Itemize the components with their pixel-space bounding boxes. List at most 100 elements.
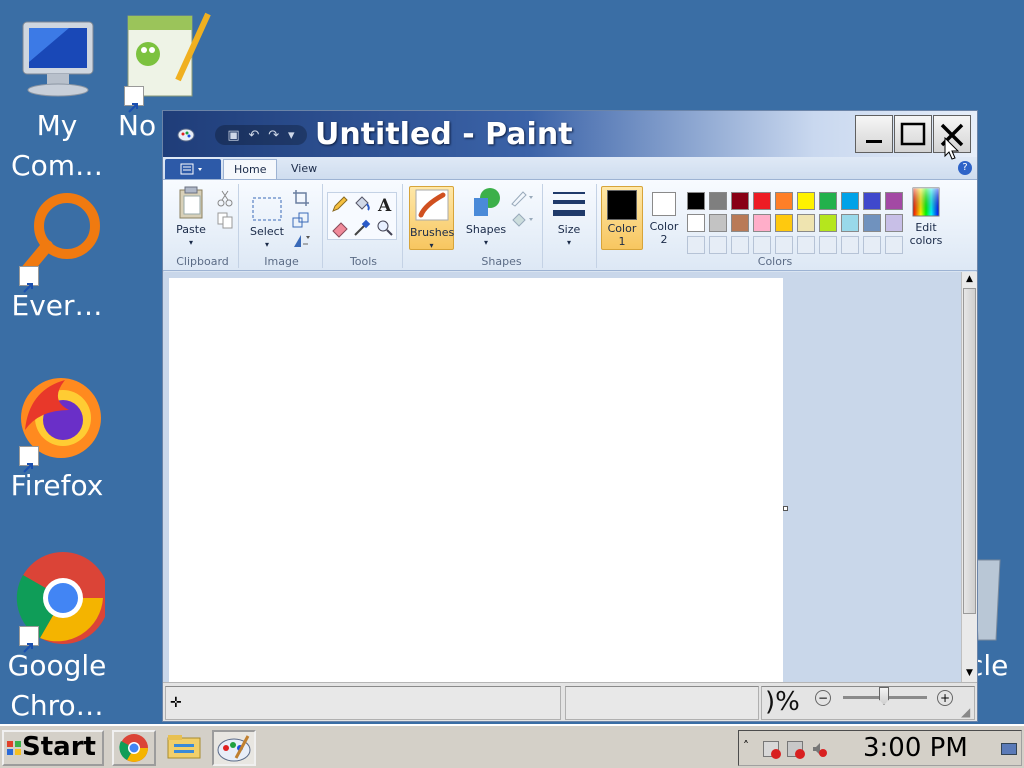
image-group: Select ▾ Image bbox=[241, 184, 323, 268]
canvas-workspace[interactable] bbox=[163, 272, 961, 682]
canvas-resize-handle-right[interactable] bbox=[783, 506, 788, 511]
palette-swatch[interactable] bbox=[753, 236, 771, 254]
copy-icon[interactable] bbox=[215, 210, 235, 230]
color2-button[interactable]: Color 2 bbox=[645, 186, 683, 250]
cut-icon[interactable] bbox=[215, 188, 235, 208]
size-group: Size ▾ bbox=[545, 184, 597, 268]
paste-button[interactable]: Paste ▾ bbox=[171, 186, 211, 249]
volume-icon[interactable] bbox=[811, 741, 827, 757]
desktop-icon-firefox[interactable]: Firefox bbox=[2, 370, 112, 506]
palette-swatch[interactable] bbox=[775, 214, 793, 232]
start-button[interactable]: Start bbox=[2, 730, 104, 766]
drawing-canvas[interactable] bbox=[169, 278, 783, 682]
color-palette bbox=[687, 192, 907, 258]
desktop-icon-everything[interactable]: Ever… bbox=[2, 190, 112, 326]
crop-icon[interactable] bbox=[291, 188, 311, 208]
palette-swatch[interactable] bbox=[863, 214, 881, 232]
palette-swatch[interactable] bbox=[841, 214, 859, 232]
palette-swatch[interactable] bbox=[775, 192, 793, 210]
desktop-icon-my-computer[interactable]: My Com… bbox=[2, 10, 112, 186]
palette-swatch[interactable] bbox=[819, 236, 837, 254]
edit-colors-button[interactable]: Edit colors bbox=[905, 186, 947, 247]
show-desktop-icon[interactable] bbox=[1001, 743, 1017, 755]
network-icon[interactable] bbox=[787, 741, 805, 759]
color1-label: Color 1 bbox=[607, 222, 637, 248]
show-hidden-icons-icon[interactable]: ˄ bbox=[743, 739, 749, 753]
size-dropdown-arrow: ▾ bbox=[566, 238, 571, 247]
palette-swatch[interactable] bbox=[753, 214, 771, 232]
palette-swatch[interactable] bbox=[709, 236, 727, 254]
resize-icon[interactable] bbox=[291, 210, 311, 230]
palette-swatch[interactable] bbox=[885, 214, 903, 232]
desktop-icon-label: Google Chro… bbox=[7, 649, 107, 722]
maximize-button[interactable] bbox=[894, 115, 932, 153]
desktop-icon-notepadpp[interactable]: No bbox=[100, 10, 211, 146]
palette-swatch[interactable] bbox=[863, 192, 881, 210]
paint-window: ▣ ↶ ↷ ▾ Untitled - Paint Home View ? Pas… bbox=[162, 110, 978, 722]
palette-swatch[interactable] bbox=[731, 192, 749, 210]
minimize-button[interactable] bbox=[855, 115, 893, 153]
outline-icon[interactable] bbox=[509, 188, 535, 208]
vertical-scrollbar[interactable]: ▲ ▼ bbox=[961, 272, 977, 682]
taskbar-file-explorer[interactable] bbox=[164, 730, 208, 766]
palette-swatch[interactable] bbox=[797, 236, 815, 254]
palette-swatch[interactable] bbox=[885, 236, 903, 254]
palette-swatch[interactable] bbox=[753, 192, 771, 210]
scroll-down-arrow[interactable]: ▼ bbox=[962, 666, 977, 680]
shapes-button[interactable]: Shapes ▾ bbox=[465, 186, 507, 249]
tab-home[interactable]: Home bbox=[223, 159, 278, 179]
paint-app-icon[interactable] bbox=[177, 125, 195, 143]
clock[interactable]: 3:00 PM bbox=[863, 733, 968, 763]
shapes-group: Shapes ▾ Shapes bbox=[461, 184, 543, 268]
color-picker-icon[interactable] bbox=[352, 218, 372, 238]
rotate-icon[interactable] bbox=[291, 230, 311, 250]
eraser-icon[interactable] bbox=[330, 218, 350, 238]
palette-swatch[interactable] bbox=[687, 192, 705, 210]
scrollbar-thumb[interactable] bbox=[963, 288, 976, 614]
brushes-button[interactable]: Brushes ▾ bbox=[409, 186, 454, 250]
pencil-icon[interactable] bbox=[330, 194, 350, 214]
scroll-up-arrow[interactable]: ▲ bbox=[962, 272, 977, 286]
palette-swatch[interactable] bbox=[841, 236, 859, 254]
fill-bucket-icon[interactable] bbox=[352, 194, 372, 214]
customize-qat-icon[interactable]: ▾ bbox=[288, 128, 295, 143]
color1-button[interactable]: Color 1 bbox=[601, 186, 643, 250]
taskbar: Start ˄ 3:00 PM bbox=[0, 724, 1024, 768]
text-tool-icon[interactable]: A bbox=[375, 194, 395, 214]
taskbar-chrome[interactable] bbox=[112, 730, 156, 766]
tools-group-label: Tools bbox=[349, 255, 378, 268]
palette-swatch[interactable] bbox=[775, 236, 793, 254]
palette-swatch[interactable] bbox=[797, 214, 815, 232]
title-bar[interactable]: ▣ ↶ ↷ ▾ Untitled - Paint bbox=[163, 111, 977, 157]
select-button[interactable]: Select ▾ bbox=[247, 196, 287, 251]
help-icon[interactable]: ? bbox=[958, 161, 972, 175]
magnifier-icon[interactable] bbox=[375, 218, 395, 238]
security-alert-icon[interactable] bbox=[763, 741, 781, 759]
palette-swatch[interactable] bbox=[819, 192, 837, 210]
desktop-icon-google-chrome[interactable]: Google Chro… bbox=[2, 550, 112, 726]
size-button[interactable]: Size ▾ bbox=[549, 186, 589, 249]
ribbon: Paste ▾ Clipboard Select ▾ Image A Tools… bbox=[163, 179, 977, 271]
redo-icon[interactable]: ↷ bbox=[268, 128, 279, 143]
fill-icon[interactable] bbox=[509, 210, 535, 230]
save-icon[interactable]: ▣ bbox=[227, 128, 239, 143]
palette-swatch[interactable] bbox=[709, 214, 727, 232]
zoom-in-icon[interactable]: + bbox=[937, 690, 953, 706]
file-menu-button[interactable] bbox=[165, 159, 221, 179]
palette-swatch[interactable] bbox=[797, 192, 815, 210]
palette-swatch[interactable] bbox=[709, 192, 727, 210]
palette-swatch[interactable] bbox=[687, 214, 705, 232]
palette-swatch[interactable] bbox=[863, 236, 881, 254]
palette-swatch[interactable] bbox=[841, 192, 859, 210]
undo-icon[interactable]: ↶ bbox=[249, 128, 260, 143]
color1-swatch bbox=[607, 190, 637, 220]
zoom-out-icon[interactable]: − bbox=[815, 690, 831, 706]
palette-swatch[interactable] bbox=[687, 236, 705, 254]
palette-swatch[interactable] bbox=[731, 214, 749, 232]
palette-swatch[interactable] bbox=[885, 192, 903, 210]
taskbar-paint[interactable] bbox=[212, 730, 256, 766]
palette-swatch[interactable] bbox=[819, 214, 837, 232]
tab-view[interactable]: View bbox=[281, 159, 327, 179]
palette-swatch[interactable] bbox=[731, 236, 749, 254]
window-resize-grip[interactable]: ◢ bbox=[961, 705, 970, 719]
